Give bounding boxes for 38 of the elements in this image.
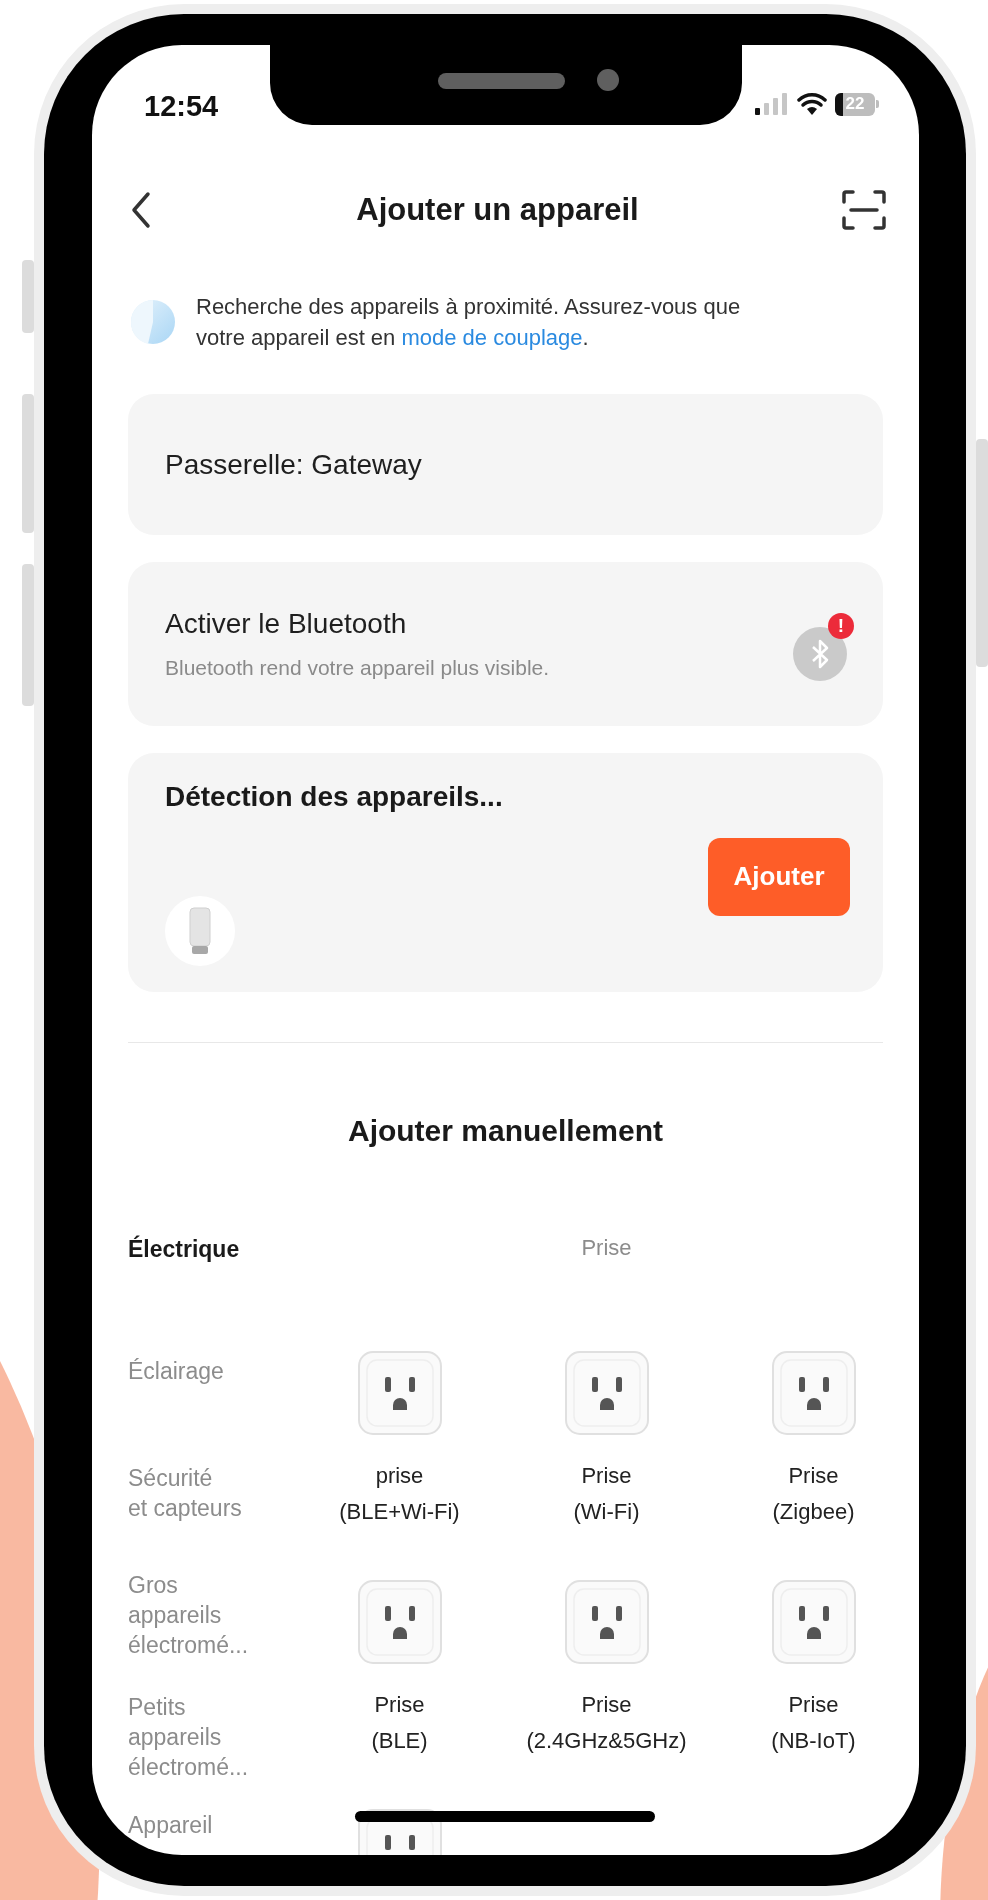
speaker-icon: [438, 73, 565, 89]
camera-icon: [597, 69, 619, 91]
category-item[interactable]: Éclairage: [128, 1310, 296, 1432]
scanning-icon: [130, 299, 176, 345]
device-label: Prise (Wi-Fi): [573, 1462, 640, 1526]
add-button[interactable]: Ajouter: [708, 837, 850, 916]
pairing-mode-link[interactable]: mode de couplage: [401, 325, 583, 350]
gateway-card[interactable]: Passerelle: Gateway: [128, 394, 883, 535]
device-label: prise (BLE+Wi-Fi): [339, 1462, 460, 1526]
gateway-label: Passerelle: Gateway: [165, 448, 422, 481]
search-notice: Recherche des appareils à proximité. Assurez-vous que votre appareil est en mode de couplage.: [196, 293, 742, 352]
category-heading: Prise: [580, 1234, 633, 1262]
signal-icon: [755, 93, 789, 115]
power-socket-icon[interactable]: [770, 1350, 857, 1436]
scan-icon[interactable]: [841, 189, 887, 231]
device-label: Prise (NB-IoT): [771, 1691, 856, 1755]
page-title: Ajouter un appareil: [356, 192, 639, 228]
section-title: Ajouter manuellement: [346, 1113, 665, 1149]
power-socket-icon[interactable]: [563, 1579, 650, 1665]
category-item[interactable]: Appareil: [128, 1798, 296, 1855]
device-label: Prise (BLE): [371, 1691, 428, 1755]
category-item[interactable]: Sécurité et capteurs: [128, 1432, 296, 1554]
alert-badge: !: [828, 613, 854, 639]
power-socket-icon[interactable]: [356, 1350, 443, 1436]
bluetooth-hint: Bluetooth rend votre appareil plus visible.: [165, 656, 550, 680]
power-socket-icon[interactable]: [563, 1350, 650, 1436]
device-label: Prise (Zigbee): [772, 1462, 855, 1526]
device-label: Prise (2.4GHz&5GHz): [526, 1691, 687, 1755]
status-time: 12:54: [144, 89, 219, 123]
detection-title: Détection des appareils...: [165, 781, 503, 813]
bluetooth-title: Activer le Bluetooth: [165, 608, 408, 640]
category-item[interactable]: Petits appareils électromé...: [128, 1676, 296, 1798]
wifi-icon: [797, 93, 827, 115]
power-socket-icon[interactable]: [356, 1579, 443, 1665]
power-socket-icon[interactable]: [770, 1579, 857, 1665]
category-item[interactable]: Électrique: [128, 1188, 296, 1310]
category-item[interactable]: Gros appareils électromé...: [128, 1554, 296, 1676]
bluetooth-card[interactable]: Activer le Bluetooth Bluetooth rend votre appareil plus visible. !: [128, 562, 883, 726]
